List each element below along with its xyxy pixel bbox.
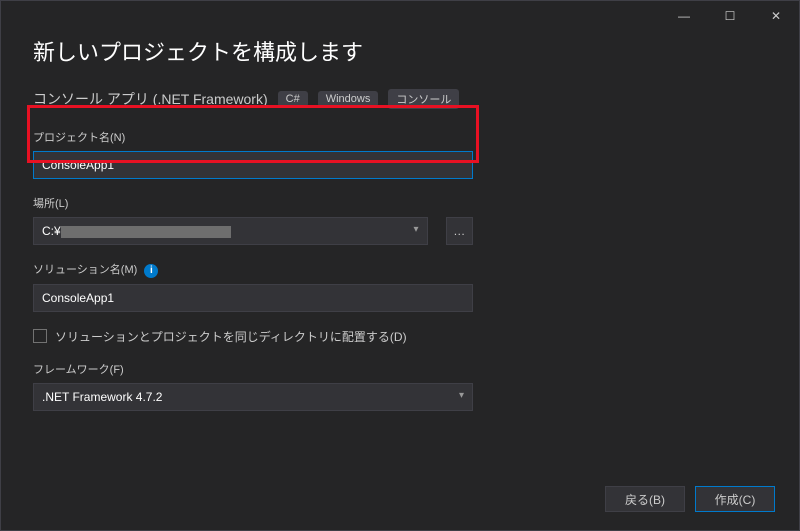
redacted-path	[61, 226, 231, 238]
page-title: 新しいプロジェクトを構成します	[33, 35, 767, 67]
footer-buttons: 戻る(B) 作成(C)	[605, 486, 775, 512]
framework-label: フレームワーク(F)	[33, 361, 473, 377]
framework-row: フレームワーク(F) .NET Framework 4.7.2	[33, 361, 473, 411]
location-value: C:¥	[42, 224, 231, 238]
project-name-row: プロジェクト名(N)	[33, 129, 473, 179]
form: プロジェクト名(N) 場所(L) C:¥ … ソリューション名(M) i	[33, 129, 473, 411]
same-directory-checkbox[interactable]	[33, 329, 47, 343]
framework-select[interactable]: .NET Framework 4.7.2	[33, 383, 473, 411]
location-select[interactable]: C:¥	[33, 217, 428, 245]
browse-button[interactable]: …	[446, 217, 473, 245]
solution-name-input[interactable]	[33, 284, 473, 312]
tag-platform: Windows	[318, 91, 379, 107]
back-button[interactable]: 戻る(B)	[605, 486, 685, 512]
project-name-input[interactable]	[33, 151, 473, 179]
location-row: 場所(L) C:¥ …	[33, 195, 473, 245]
same-directory-label: ソリューションとプロジェクトを同じディレクトリに配置する(D)	[55, 328, 407, 345]
info-icon[interactable]: i	[144, 264, 158, 278]
titlebar: — ☐ ✕	[661, 1, 799, 31]
same-directory-row: ソリューションとプロジェクトを同じディレクトリに配置する(D)	[33, 328, 473, 345]
create-button[interactable]: 作成(C)	[695, 486, 775, 512]
maximize-button[interactable]: ☐	[707, 1, 753, 31]
template-info: コンソール アプリ (.NET Framework) C# Windows コン…	[33, 89, 767, 109]
solution-name-label: ソリューション名(M) i	[33, 261, 473, 278]
tag-type: コンソール	[388, 89, 459, 109]
project-name-label: プロジェクト名(N)	[33, 129, 473, 145]
minimize-button[interactable]: —	[661, 1, 707, 31]
close-button[interactable]: ✕	[753, 1, 799, 31]
location-label: 場所(L)	[33, 195, 473, 211]
tag-language: C#	[278, 91, 308, 107]
solution-name-row: ソリューション名(M) i	[33, 261, 473, 312]
template-name: コンソール アプリ (.NET Framework)	[33, 89, 268, 109]
content-area: 新しいプロジェクトを構成します コンソール アプリ (.NET Framewor…	[33, 35, 767, 427]
framework-value: .NET Framework 4.7.2	[42, 390, 162, 404]
